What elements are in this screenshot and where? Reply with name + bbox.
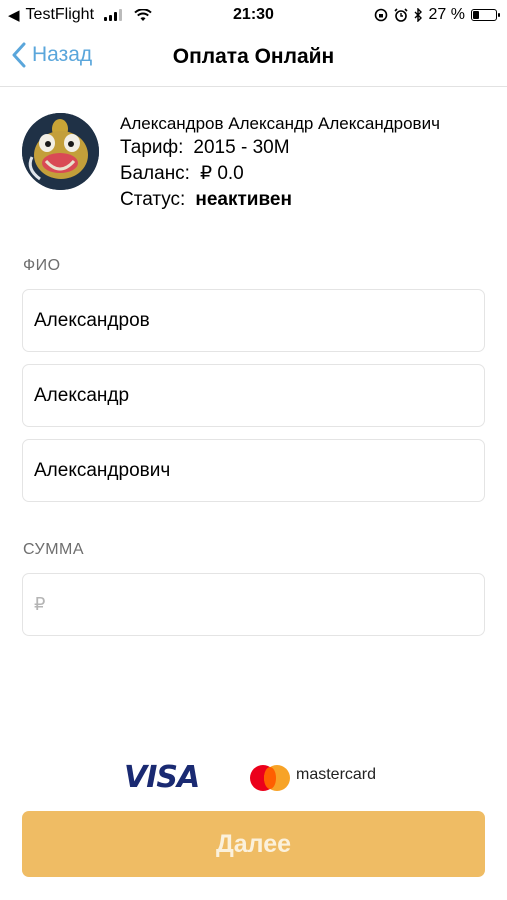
balance-value: ₽ 0.0 (199, 163, 244, 184)
amount-section-label: СУММА (23, 541, 85, 558)
visa-logo: VISA (124, 760, 200, 795)
fio-section-label: ФИО (23, 257, 61, 274)
next-button[interactable]: Далее (22, 811, 485, 877)
avatar (22, 113, 99, 190)
status-label: Статус: (120, 189, 186, 210)
orientation-lock-icon (374, 8, 387, 22)
middle-name-field[interactable]: Александрович (22, 439, 485, 502)
status-value: неактивен (195, 189, 292, 210)
navigation-bar: Назад Оплата Онлайн (0, 30, 507, 87)
profile-card: Александров Александр Александрович Тари… (22, 113, 492, 223)
amount-field[interactable]: ₽ (22, 573, 485, 636)
balance-row: Баланс: ₽ 0.0 (120, 161, 440, 187)
last-name-field[interactable]: Александров (22, 289, 485, 352)
page-title: Оплата Онлайн (172, 45, 335, 68)
middle-name-value: Александрович (34, 459, 171, 481)
status-bar: ◀ TestFlight 21:30 27 % (0, 0, 507, 30)
status-row: Статус: неактивен (120, 187, 440, 213)
mastercard-logo: mastercard (296, 766, 377, 783)
last-name-value: Александров (34, 309, 150, 331)
tariff-value: 2015 - 30М (193, 137, 290, 158)
tariff-row: Тариф: 2015 - 30М (120, 135, 440, 161)
avatar-image (22, 113, 99, 190)
battery-icon (471, 9, 500, 21)
amount-placeholder: ₽ (34, 594, 46, 614)
payment-logos: VISA mastercard (0, 758, 507, 798)
battery-percent: 27 % (428, 6, 465, 23)
first-name-field[interactable]: Александр (22, 364, 485, 427)
bluetooth-icon (414, 8, 422, 22)
first-name-value: Александр (34, 384, 130, 406)
tariff-label: Тариф: (120, 137, 184, 158)
alarm-icon (393, 8, 408, 22)
profile-info: Александров Александр Александрович Тари… (120, 113, 440, 213)
balance-label: Баланс: (120, 163, 190, 184)
status-bar-right: 27 % (374, 6, 500, 24)
profile-name: Александров Александр Александрович (120, 114, 440, 133)
mastercard-icon (250, 765, 290, 791)
